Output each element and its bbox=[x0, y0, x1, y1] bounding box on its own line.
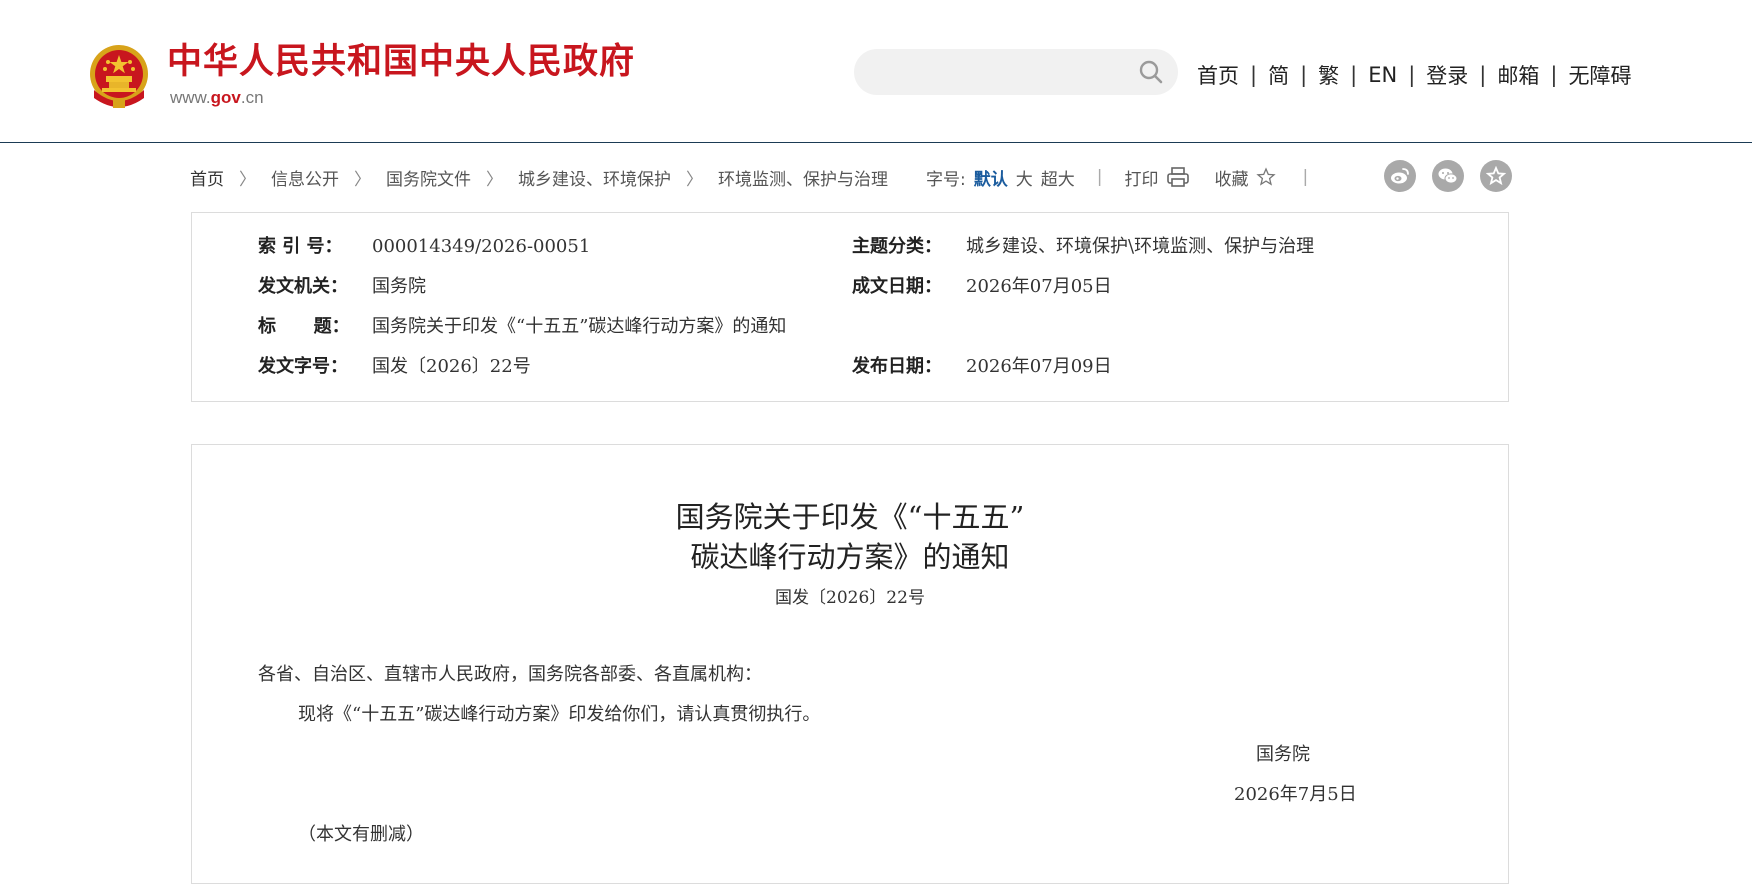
weibo-share-button[interactable] bbox=[1384, 160, 1416, 192]
domain-prefix: www. bbox=[170, 88, 211, 107]
favorite-button[interactable]: 收藏 bbox=[1214, 165, 1277, 190]
nav-separator: | bbox=[1408, 63, 1416, 87]
site-title[interactable]: 中华人民共和国中央人民政府 bbox=[167, 40, 635, 84]
nav-login[interactable]: 登录 bbox=[1426, 60, 1468, 90]
breadcrumb-env-monitoring[interactable]: 环境监测、保护与治理 bbox=[718, 165, 888, 190]
article-paragraph: 现将《“十五五”碳达峰行动方案》印发给你们，请认真贯彻执行。 bbox=[298, 704, 821, 725]
wechat-share-button[interactable] bbox=[1432, 160, 1464, 192]
top-nav: 首页 | 简 | 繁 | EN | 登录 | 邮箱 | 无障碍 bbox=[1197, 60, 1631, 90]
print-button[interactable]: 打印 bbox=[1124, 165, 1190, 190]
meta-title-label: 标 题： bbox=[258, 316, 350, 337]
meta-topic-value: 城乡建设、环境保护\环境监测、保护与治理 bbox=[966, 236, 1315, 257]
site-header: 中华人民共和国中央人民政府 www.gov.cn 首页 | 简 | 繁 | EN… bbox=[0, 0, 1752, 143]
nav-simplified[interactable]: 简 bbox=[1268, 60, 1289, 90]
printer-icon bbox=[1167, 167, 1190, 187]
toolbar-divider: | bbox=[1302, 167, 1309, 187]
breadcrumb-separator: 〉 bbox=[686, 169, 703, 190]
nav-mail[interactable]: 邮箱 bbox=[1497, 60, 1539, 90]
article-doc-number: 国发〔2026〕22号 bbox=[775, 588, 925, 608]
favorite-label: 收藏 bbox=[1214, 169, 1249, 190]
nav-separator: | bbox=[1550, 63, 1558, 87]
nav-home[interactable]: 首页 bbox=[1197, 60, 1239, 90]
nav-english[interactable]: EN bbox=[1368, 63, 1397, 87]
breadcrumb-state-council-docs[interactable]: 国务院文件 bbox=[386, 165, 471, 190]
national-emblem-icon[interactable] bbox=[86, 40, 152, 112]
star-outline-icon bbox=[1256, 167, 1277, 186]
article-title-line2: 碳达峰行动方案》的通知 bbox=[690, 540, 1010, 574]
meta-topic-label: 主题分类： bbox=[852, 236, 942, 257]
meta-index-value: 000014349/2026-00051 bbox=[372, 236, 591, 257]
article-title-line1: 国务院关于印发《“十五五” bbox=[675, 500, 1025, 534]
article-date: 2026年7月5日 bbox=[1234, 784, 1357, 805]
font-size-switcher: 字号: 默认 大 超大 bbox=[926, 165, 1075, 190]
wechat-icon bbox=[1438, 168, 1458, 184]
meta-publish-date-value: 2026年07月09日 bbox=[966, 356, 1112, 377]
search-icon[interactable] bbox=[1138, 59, 1164, 85]
star-icon bbox=[1486, 166, 1506, 186]
breadcrumb-separator: 〉 bbox=[354, 169, 371, 190]
font-size-label: 字号: bbox=[926, 169, 966, 190]
font-size-xlarge[interactable]: 超大 bbox=[1041, 165, 1075, 190]
meta-written-date-label: 成文日期： bbox=[852, 276, 942, 297]
breadcrumb-urban-env[interactable]: 城乡建设、环境保护 bbox=[518, 165, 671, 190]
article-body: 国务院关于印发《“十五五” 碳达峰行动方案》的通知 国发〔2026〕22号 各省… bbox=[191, 444, 1509, 884]
breadcrumb-separator: 〉 bbox=[239, 169, 256, 190]
domain-suffix: .cn bbox=[240, 88, 264, 107]
weibo-icon bbox=[1391, 168, 1409, 184]
document-meta-box: 索 引 号： 000014349/2026-00051 主题分类： 城乡建设、环… bbox=[191, 212, 1509, 402]
nav-accessibility[interactable]: 无障碍 bbox=[1568, 60, 1631, 90]
breadcrumb-info-public[interactable]: 信息公开 bbox=[271, 165, 339, 190]
breadcrumb-separator: 〉 bbox=[486, 169, 503, 190]
article-salutation: 各省、自治区、直辖市人民政府，国务院各部委、各直属机构： bbox=[258, 664, 762, 685]
search-box bbox=[854, 49, 1178, 97]
font-size-large[interactable]: 大 bbox=[1016, 165, 1033, 190]
font-size-default[interactable]: 默认 bbox=[974, 165, 1008, 190]
meta-docno-value: 国发〔2026〕22号 bbox=[372, 356, 531, 377]
nav-traditional[interactable]: 繁 bbox=[1318, 60, 1339, 90]
meta-issuer-label: 发文机关： bbox=[258, 276, 348, 297]
meta-issuer-value: 国务院 bbox=[372, 276, 426, 297]
article-note: （本文有删减） bbox=[298, 824, 424, 845]
breadcrumb-home[interactable]: 首页 bbox=[190, 165, 224, 190]
site-domain: www.gov.cn bbox=[170, 88, 264, 108]
search-input[interactable] bbox=[874, 49, 1118, 97]
article-signature: 国务院 bbox=[1256, 744, 1310, 765]
toolbar-divider: | bbox=[1096, 167, 1103, 187]
nav-separator: | bbox=[1350, 63, 1358, 87]
meta-docno-label: 发文字号： bbox=[258, 356, 348, 377]
favorite-share-button[interactable] bbox=[1480, 160, 1512, 192]
meta-index-label: 索 引 号： bbox=[258, 236, 343, 257]
meta-title-value: 国务院关于印发《“十五五”碳达峰行动方案》的通知 bbox=[372, 316, 787, 337]
nav-separator: | bbox=[1479, 63, 1487, 87]
nav-separator: | bbox=[1300, 63, 1308, 87]
domain-main: gov bbox=[210, 88, 241, 107]
meta-publish-date-label: 发布日期： bbox=[852, 356, 942, 377]
nav-separator: | bbox=[1250, 63, 1258, 87]
breadcrumb: 首页 〉 信息公开 〉 国务院文件 〉 城乡建设、环境保护 〉 环境监测、保护与… bbox=[190, 162, 1510, 192]
meta-written-date-value: 2026年07月05日 bbox=[966, 276, 1112, 297]
print-label: 打印 bbox=[1124, 169, 1159, 190]
